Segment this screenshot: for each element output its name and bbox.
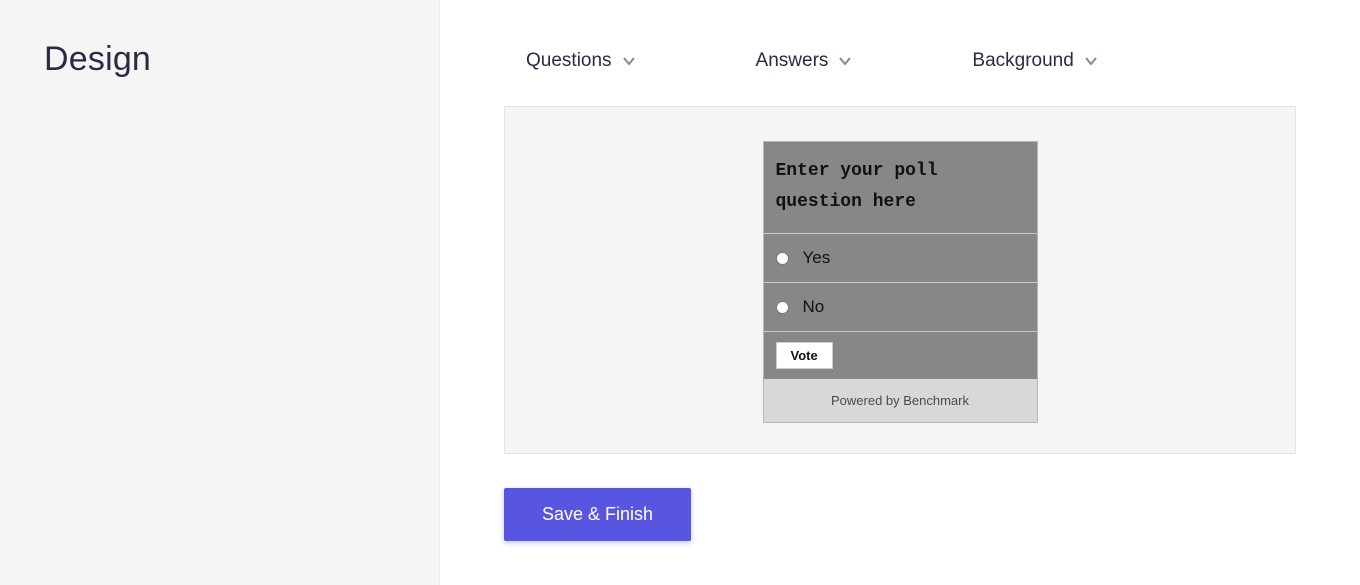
poll-option-label: No xyxy=(803,297,825,317)
poll-option-no[interactable]: No xyxy=(764,283,1037,332)
poll-action-row: Vote xyxy=(764,332,1037,379)
background-dropdown[interactable]: Background xyxy=(972,50,1097,72)
design-toolbar: Questions Answers Background xyxy=(504,0,1296,106)
answers-dropdown[interactable]: Answers xyxy=(756,50,853,72)
questions-label: Questions xyxy=(526,50,612,72)
sidebar: Design xyxy=(0,0,440,585)
questions-dropdown[interactable]: Questions xyxy=(526,50,636,72)
poll-widget: Enter your poll question here Yes No Vot… xyxy=(763,141,1038,423)
poll-preview-card: Enter your poll question here Yes No Vot… xyxy=(504,106,1296,454)
poll-radio-no[interactable] xyxy=(776,301,789,314)
poll-question[interactable]: Enter your poll question here xyxy=(764,142,1037,234)
poll-footer: Powered by Benchmark xyxy=(764,379,1037,422)
main-content: Questions Answers Background Enter your … xyxy=(440,0,1360,585)
page-title: Design xyxy=(44,40,395,79)
chevron-down-icon xyxy=(622,54,636,68)
poll-option-label: Yes xyxy=(803,248,831,268)
chevron-down-icon xyxy=(838,54,852,68)
vote-button[interactable]: Vote xyxy=(776,342,833,369)
poll-radio-yes[interactable] xyxy=(776,252,789,265)
chevron-down-icon xyxy=(1084,54,1098,68)
background-label: Background xyxy=(972,50,1073,72)
answers-label: Answers xyxy=(756,50,829,72)
poll-option-yes[interactable]: Yes xyxy=(764,234,1037,283)
save-finish-button[interactable]: Save & Finish xyxy=(504,488,691,541)
